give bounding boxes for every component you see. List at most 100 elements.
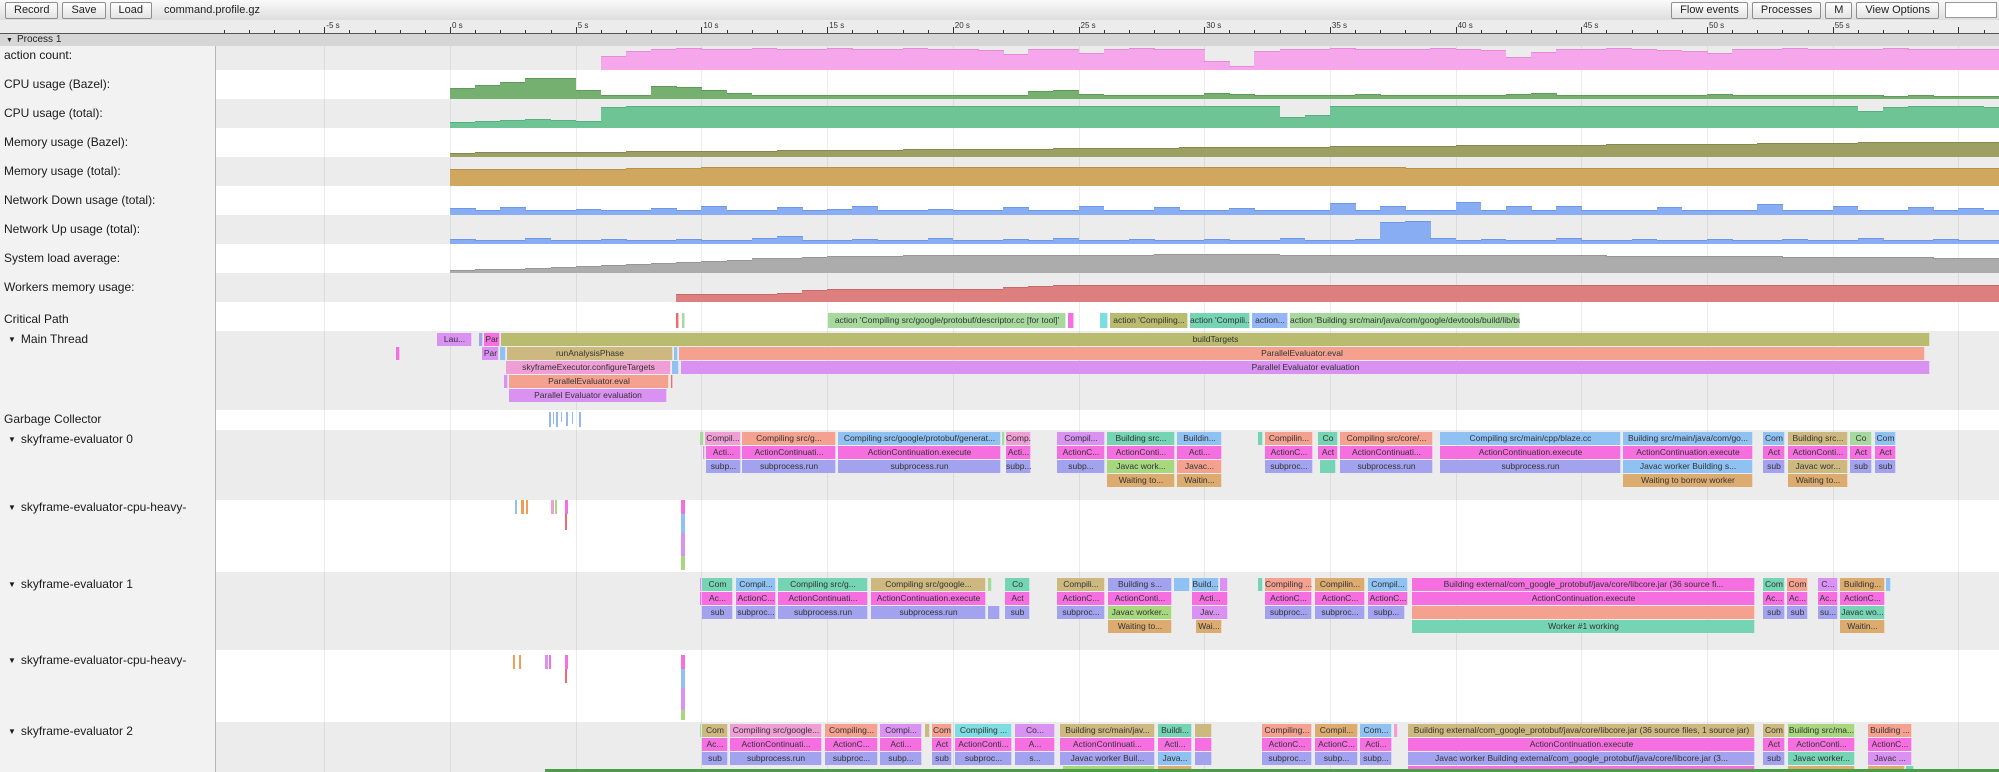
trace-tick[interactable] (549, 655, 551, 669)
trace-span[interactable]: Building external/com_google_protobuf/ja… (1412, 578, 1755, 591)
counter-track-cpu-usage-bazel[interactable] (215, 70, 1999, 99)
trace-span[interactable]: Waiting to... (1108, 620, 1172, 633)
trace-span[interactable]: action 'Compiling... (1110, 313, 1188, 328)
trace-span[interactable]: subp... (1368, 606, 1405, 619)
trace-span[interactable]: ActionC... (1057, 592, 1105, 605)
trace-span[interactable] (1320, 460, 1336, 473)
trace-span[interactable]: Waiting to... (1107, 474, 1175, 487)
load-button[interactable]: Load (110, 2, 152, 19)
trace-span[interactable]: subproc... (825, 752, 878, 765)
trace-span[interactable]: Compilin... (1265, 432, 1313, 445)
trace-span[interactable]: Javac work... (1107, 460, 1175, 473)
trace-span[interactable]: subproc... (1265, 606, 1312, 619)
flow-events-button[interactable]: Flow events (1671, 2, 1748, 19)
track-label-skyframe-evaluator-0[interactable]: ▼skyframe-evaluator 0 (8, 432, 216, 446)
trace-span[interactable]: Com (1763, 578, 1785, 591)
track-label-main-thread[interactable]: ▼Main Thread (8, 332, 216, 346)
trace-span[interactable]: Acti... (706, 446, 741, 459)
track-label-skyframe-evaluator-cpu-heavy[interactable]: ▼skyframe-evaluator-cpu-heavy- (8, 653, 216, 667)
trace-span[interactable]: Compiling ... (1265, 578, 1312, 591)
trace-span[interactable]: buildTargets (501, 333, 1930, 346)
trace-span[interactable] (988, 606, 1000, 619)
trace-tick[interactable] (681, 688, 685, 710)
trace-tick[interactable] (513, 655, 515, 669)
trace-span[interactable]: Compil... (1368, 578, 1408, 591)
trace-span[interactable]: Waiting to borrow worker (1623, 474, 1753, 487)
track-label-skyframe-evaluator-1[interactable]: ▼skyframe-evaluator 1 (8, 577, 216, 591)
counter-track-network-up-usage[interactable] (215, 215, 1999, 244)
trace-tick[interactable] (551, 500, 554, 514)
metrics-button[interactable]: M (1825, 2, 1852, 19)
trace-span[interactable]: Javac wor... (1788, 460, 1848, 473)
trace-span[interactable]: ActionConti... (1788, 446, 1848, 459)
trace-span[interactable]: ActionConti... (955, 738, 1012, 751)
track-label-skyframe-evaluator-cpu-heavy[interactable]: ▼skyframe-evaluator-cpu-heavy- (8, 500, 216, 514)
trace-span[interactable]: Acti... (1360, 738, 1392, 751)
trace-span[interactable]: s... (1015, 752, 1055, 765)
trace-span[interactable]: Building src/ma... (1788, 724, 1855, 737)
trace-span[interactable]: Compiling src/g... (742, 432, 836, 445)
trace-span[interactable]: Javac worker Building s... (1623, 460, 1753, 473)
trace-span[interactable]: Ac... (1763, 592, 1785, 605)
counter-track-system-load-average[interactable] (215, 244, 1999, 273)
trace-span[interactable] (500, 347, 506, 360)
trace-span[interactable]: Jav... (1192, 606, 1228, 619)
trace-span[interactable]: Act (1763, 446, 1785, 459)
trace-span[interactable]: subp... (1057, 460, 1105, 473)
save-button[interactable]: Save (62, 2, 105, 19)
trace-span[interactable]: ActionContinuation.execute (1408, 738, 1755, 751)
trace-span[interactable] (1002, 432, 1005, 445)
collapse-arrow-icon[interactable]: ▼ (8, 656, 16, 665)
trace-span[interactable]: Co (1318, 432, 1338, 445)
trace-span[interactable] (1174, 578, 1190, 591)
trace-span[interactable] (682, 313, 685, 328)
trace-span[interactable] (988, 578, 992, 591)
trace-span[interactable] (674, 347, 678, 360)
trace-span[interactable] (672, 361, 679, 374)
trace-span[interactable] (1195, 738, 1212, 751)
trace-span[interactable] (1195, 724, 1212, 737)
trace-span[interactable]: Compiling src/main/cpp/blaze.cc (1440, 432, 1621, 445)
trace-span[interactable]: Acti... (1158, 738, 1192, 751)
trace-span[interactable]: sub (1763, 606, 1785, 619)
trace-tick[interactable] (681, 556, 685, 570)
trace-span[interactable]: Compiling src/google... (871, 578, 986, 591)
trace-tick[interactable] (565, 669, 567, 683)
trace-span[interactable]: Worker #1 working (1412, 620, 1755, 633)
counter-track-workers-memory-usage[interactable] (215, 273, 1999, 302)
trace-span[interactable]: Compiling src/core/... (1340, 432, 1433, 445)
trace-span[interactable]: ActionC... (1868, 738, 1912, 751)
collapse-arrow-icon[interactable]: ▼ (8, 503, 16, 512)
trace-span[interactable]: Parallel Evaluator evaluation (509, 389, 667, 402)
timeline-ruler[interactable]: -5 s0 s5 s10 s15 s20 s25 s30 s35 s40 s45… (0, 20, 1999, 34)
trace-span[interactable]: Building... (1840, 578, 1885, 591)
trace-span[interactable]: subp... (1006, 460, 1031, 473)
counter-track-cpu-usage-total[interactable] (215, 99, 1999, 128)
trace-span[interactable]: Acti... (1177, 446, 1222, 459)
trace-span[interactable]: Compil... (736, 578, 776, 591)
trace-span[interactable]: Building src/main/jav... (1060, 724, 1155, 737)
trace-tick[interactable] (553, 412, 554, 424)
trace-span[interactable]: action... (1252, 313, 1288, 328)
trace-span[interactable]: ActionC... (1265, 446, 1313, 459)
trace-span[interactable]: Compili... (1057, 578, 1105, 591)
trace-tick[interactable] (565, 514, 567, 530)
trace-span[interactable] (925, 724, 930, 737)
trace-span[interactable] (1220, 578, 1228, 591)
trace-span[interactable]: Lau... (437, 333, 472, 346)
trace-span[interactable]: Wai... (1196, 620, 1222, 633)
collapse-arrow-icon[interactable]: ▼ (8, 435, 16, 444)
trace-span[interactable]: Co... (1015, 724, 1055, 737)
trace-span[interactable]: sub (1875, 460, 1896, 473)
trace-span[interactable]: Par (482, 347, 499, 360)
trace-span[interactable]: Compil... (1315, 724, 1358, 737)
trace-span[interactable]: Compiling... (1262, 724, 1312, 737)
trace-span[interactable]: subproc... (1315, 606, 1365, 619)
trace-span[interactable]: Ac... (1787, 592, 1808, 605)
trace-span[interactable]: Ac... (702, 592, 733, 605)
trace-span[interactable]: Buildin... (1177, 432, 1222, 445)
trace-span[interactable]: subproc... (1265, 460, 1313, 473)
trace-span[interactable]: action 'Compili... (1190, 313, 1250, 328)
toolbar-end-box[interactable] (1945, 2, 1997, 18)
trace-span[interactable]: Acti... (1192, 592, 1228, 605)
